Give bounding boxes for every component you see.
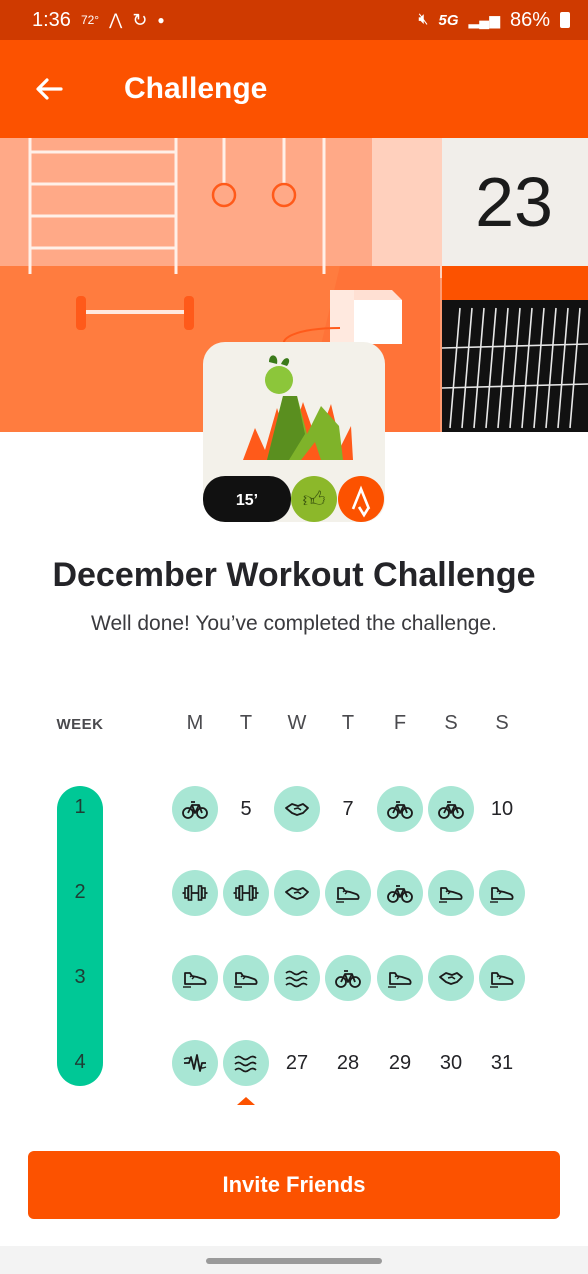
shoe-icon	[488, 964, 516, 992]
challenge-subtitle: Well done! You’ve completed the challeng…	[91, 612, 497, 635]
bike-icon	[181, 795, 209, 823]
calendar-day: 27	[285, 1051, 309, 1074]
status-temp: 72°	[80, 13, 100, 27]
calendar-day: 7	[342, 797, 354, 820]
activity-day[interactable]	[325, 870, 371, 916]
week-number: 3	[74, 966, 86, 988]
activity-day[interactable]	[479, 870, 525, 916]
activity-day[interactable]	[428, 786, 474, 832]
activity-day[interactable]	[428, 870, 474, 916]
week-number: 2	[74, 881, 86, 903]
strava-status-icon: ⋀	[109, 12, 123, 29]
network-type: 5G	[438, 11, 459, 29]
activity-day[interactable]	[172, 786, 218, 832]
system-nav-bar	[0, 1246, 588, 1274]
activity-day[interactable]	[377, 786, 423, 832]
home-indicator[interactable]	[206, 1258, 382, 1264]
week-number: 1	[74, 796, 86, 818]
bike-icon	[334, 964, 362, 992]
bike-icon	[437, 795, 465, 823]
swim-icon	[232, 1049, 260, 1077]
wind-icon	[181, 1049, 209, 1077]
back-button[interactable]	[24, 64, 74, 114]
status-bar: 1:36 72° ⋀ ↻ ● 🔇︎ 5G ▂▄▆ 86%	[0, 0, 588, 40]
calendar-day: 31	[490, 1051, 514, 1074]
challenge-badge: 15’ 👍︎	[203, 342, 385, 522]
hero-counter: 23	[475, 163, 553, 241]
activity-day[interactable]	[274, 955, 320, 1001]
dumbbell-icon	[232, 879, 260, 907]
activity-day[interactable]	[172, 955, 218, 1001]
week-number: 4	[74, 1051, 86, 1073]
challenge-title: December Workout Challenge	[52, 556, 536, 594]
calendar-day: 5	[240, 797, 252, 820]
handshake-icon	[283, 795, 311, 823]
shoe-icon	[334, 879, 362, 907]
handshake-icon	[437, 964, 465, 992]
activity-day[interactable]	[223, 955, 269, 1001]
status-time: 1:36	[32, 8, 71, 31]
shoe-icon	[488, 879, 516, 907]
day-header: M	[186, 712, 204, 734]
activity-day[interactable]	[274, 786, 320, 832]
app-bar: Challenge	[0, 40, 588, 138]
handshake-icon	[283, 879, 311, 907]
page-title: Challenge	[124, 72, 268, 105]
invite-friends-button[interactable]: Invite Friends	[28, 1151, 560, 1219]
activity-day[interactable]	[377, 955, 423, 1001]
day-header: T	[341, 712, 355, 734]
week-progress-bar	[57, 786, 103, 1086]
week-column-header: WEEK	[56, 716, 104, 733]
calendar-day: 29	[388, 1051, 412, 1074]
shoe-icon	[386, 964, 414, 992]
calendar-day: 30	[439, 1051, 463, 1074]
activity-day[interactable]	[223, 870, 269, 916]
bike-icon	[386, 795, 414, 823]
arrow-left-icon	[36, 78, 63, 100]
badge-duration: 15’	[236, 492, 258, 509]
today-marker	[237, 1097, 255, 1105]
activity-day[interactable]	[223, 1040, 269, 1086]
notification-dot-icon: ●	[157, 13, 165, 27]
day-header: T	[239, 712, 253, 734]
activity-day[interactable]	[377, 870, 423, 916]
activity-day[interactable]	[172, 1040, 218, 1086]
signal-icon: ▂▄▆	[468, 11, 500, 28]
mute-icon: 🔇︎	[418, 11, 429, 28]
activity-day[interactable]	[172, 870, 218, 916]
day-header: S	[444, 712, 458, 734]
activity-day[interactable]	[428, 955, 474, 1001]
shoe-icon	[181, 964, 209, 992]
shoe-icon	[437, 879, 465, 907]
day-header: S	[495, 712, 509, 734]
battery-icon	[560, 12, 570, 28]
activity-day[interactable]	[479, 955, 525, 1001]
day-header: W	[287, 712, 307, 734]
bike-icon	[386, 879, 414, 907]
calendar-day: 10	[490, 797, 514, 820]
swim-icon	[283, 964, 311, 992]
calendar-day: 28	[336, 1051, 360, 1074]
activity-day[interactable]	[274, 870, 320, 916]
dumbbell-icon	[181, 879, 209, 907]
sync-icon: ↻	[132, 9, 148, 30]
day-header: F	[393, 712, 407, 734]
thumbs-up-icon: 👍︎	[303, 487, 326, 512]
shoe-icon	[232, 964, 260, 992]
activity-day[interactable]	[325, 955, 371, 1001]
battery-level: 86%	[509, 8, 550, 31]
